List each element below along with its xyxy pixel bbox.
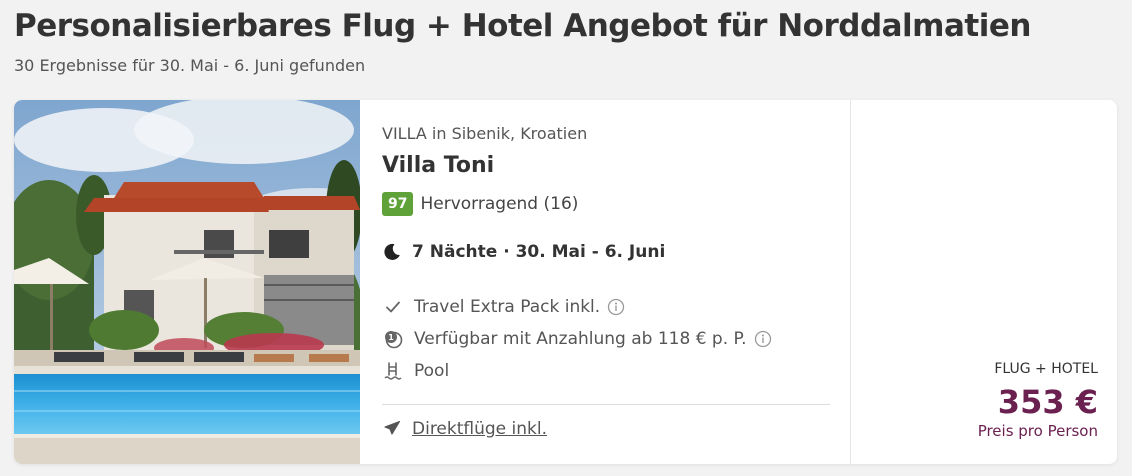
offer-details: VILLA in Sibenik, Kroatien Villa Toni 97… (382, 100, 830, 464)
feature-label: Verfügbar mit Anzahlung ab 118 € p. P. (414, 329, 747, 349)
hotel-photo[interactable] (14, 100, 360, 464)
feature-travel-extra-pack: Travel Extra Pack inkl. (382, 296, 625, 318)
stay-info: 7 Nächte · 30. Mai - 6. Juni (382, 242, 665, 262)
price-panel[interactable]: FLUG + HOTEL 353 € Preis pro Person (850, 100, 1117, 464)
flight-info: Direktflüge inkl. (382, 419, 547, 439)
villa-pool-photo (14, 100, 360, 464)
divider (382, 404, 830, 405)
info-icon[interactable] (607, 298, 625, 316)
feature-deposit: 1 Verfügbar mit Anzahlung ab 118 € p. P. (382, 328, 772, 350)
feature-pool: Pool (382, 360, 449, 382)
feature-label: Pool (414, 361, 450, 381)
hotel-name[interactable]: Villa Toni (382, 153, 494, 178)
info-icon[interactable] (754, 330, 772, 348)
offer-card[interactable]: VILLA in Sibenik, Kroatien Villa Toni 97… (14, 100, 1117, 464)
rating[interactable]: 97 Hervorragend (16) (382, 192, 578, 216)
results-count: 30 Ergebnisse für 30. Mai - 6. Juni gefu… (14, 56, 366, 75)
feature-label: Travel Extra Pack inkl. (414, 297, 601, 317)
rating-score-badge: 97 (382, 192, 414, 216)
moon-icon (382, 242, 402, 262)
deposit-icon: 1 (382, 328, 404, 350)
svg-text:1: 1 (388, 333, 394, 342)
price-per-person-note: Preis pro Person (977, 422, 1098, 440)
accommodation-category: VILLA in Sibenik, Kroatien (382, 124, 588, 143)
check-icon (382, 296, 404, 318)
page-title: Personalisierbares Flug + Hotel Angebot … (14, 8, 1031, 44)
rating-label: Hervorragend (16) (420, 194, 579, 214)
airplane-icon (382, 419, 402, 439)
direct-flights-link[interactable]: Direktflüge inkl. (412, 419, 547, 439)
price-value: 353 € (997, 383, 1098, 421)
price-type-label: FLUG + HOTEL (994, 361, 1098, 377)
pool-icon (382, 360, 404, 382)
stay-duration-dates: 7 Nächte · 30. Mai - 6. Juni (412, 242, 666, 262)
